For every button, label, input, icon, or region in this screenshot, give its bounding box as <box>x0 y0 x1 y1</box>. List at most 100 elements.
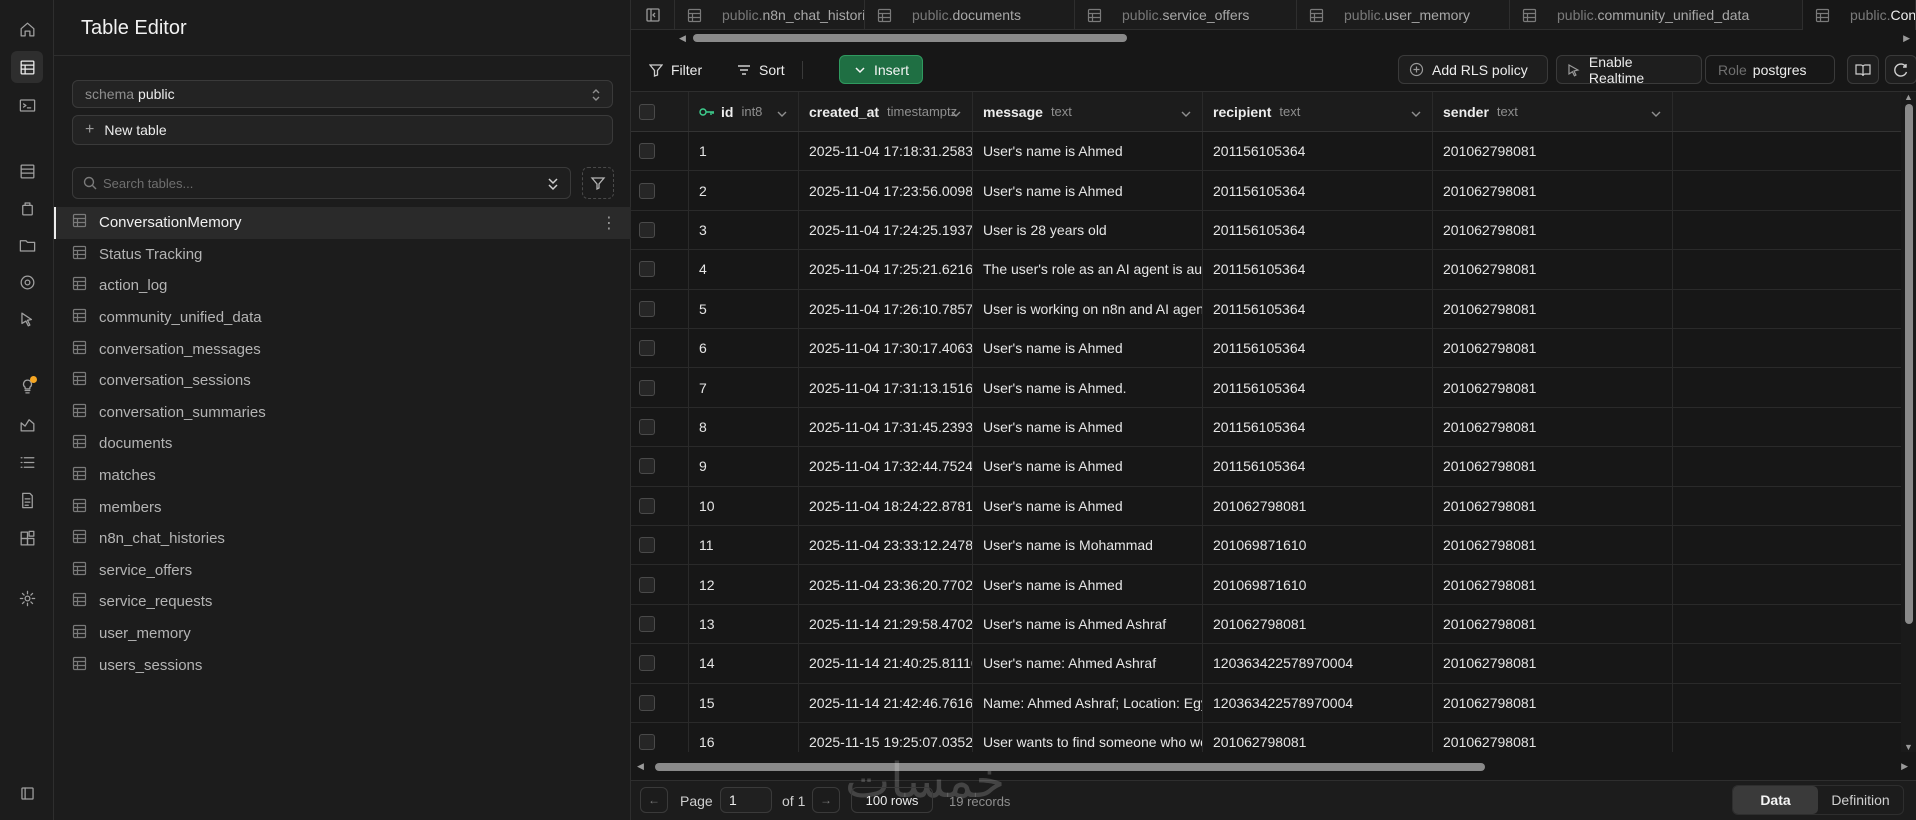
table-cell[interactable]: User's name: Ahmed Ashraf <box>973 644 1203 683</box>
table-cell[interactable]: 2025-11-15 19:25:07.035204+00 <box>799 723 973 752</box>
row-checkbox[interactable] <box>639 261 655 278</box>
advisors-icon[interactable] <box>11 370 43 402</box>
filter-button[interactable]: Filter <box>639 55 712 84</box>
search-tables-input[interactable] <box>103 175 523 191</box>
table-cell[interactable]: 201069871610 <box>1203 565 1433 604</box>
tab-table[interactable]: public.Conv <box>1803 0 1916 30</box>
chevron-down-icon[interactable] <box>1410 107 1422 123</box>
row-checkbox[interactable] <box>639 143 655 160</box>
table-cell[interactable]: 201062798081 <box>1433 368 1673 407</box>
sidebar-table-item[interactable]: conversation_messages <box>54 333 631 365</box>
tab-table[interactable]: public. community_unified_data <box>1510 0 1803 30</box>
chevron-down-icon[interactable] <box>950 107 962 123</box>
table-cell[interactable]: 6 <box>689 329 799 368</box>
table-cell[interactable]: User's name is Ahmed <box>973 171 1203 210</box>
vertical-scrollbar[interactable]: ▲ ▼ <box>1901 92 1916 752</box>
table-row[interactable]: 162025-11-15 19:25:07.035204+00User want… <box>631 723 1901 752</box>
table-row[interactable]: 142025-11-14 21:40:25.811165+00User's na… <box>631 644 1901 684</box>
table-cell[interactable]: 201156105364 <box>1203 368 1433 407</box>
table-row[interactable]: 32025-11-04 17:24:25.193778+00User is 28… <box>631 210 1901 251</box>
column-header[interactable]: created_at timestamptz <box>799 92 973 131</box>
api-docs-icon[interactable] <box>11 484 43 516</box>
chevron-down-icon[interactable] <box>1650 107 1662 123</box>
table-cell[interactable]: 2025-11-04 17:24:25.193778+00 <box>799 210 973 250</box>
filter-tables-button[interactable] <box>582 167 614 199</box>
table-cell[interactable]: 2025-11-04 23:36:20.770253+00 <box>799 565 973 604</box>
table-cell[interactable]: 201156105364 <box>1203 250 1433 289</box>
table-cell[interactable]: Name: Ahmed Ashraf; Location: Egypt; E: <box>973 683 1203 722</box>
sidebar-table-item[interactable]: members <box>54 491 631 523</box>
table-row[interactable]: 42025-11-04 17:25:21.621659+00The user's… <box>631 250 1901 290</box>
column-header[interactable]: sender text <box>1433 92 1673 131</box>
table-cell[interactable]: 201062798081 <box>1433 171 1673 210</box>
table-cell[interactable]: User's name is Ahmed <box>973 565 1203 604</box>
column-header[interactable]: id int8 <box>689 92 799 131</box>
database-icon[interactable] <box>11 155 43 187</box>
table-row[interactable]: 152025-11-14 21:42:46.761632+00Name: Ahm… <box>631 683 1901 723</box>
row-checkbox[interactable] <box>639 221 655 238</box>
new-table-button[interactable]: + New table <box>72 115 613 145</box>
table-row[interactable]: 132025-11-14 21:29:58.470223+00User's na… <box>631 604 1901 645</box>
table-cell[interactable]: 201062798081 <box>1433 526 1673 565</box>
table-cell[interactable]: 11 <box>689 526 799 565</box>
horizontal-scrollbar[interactable]: ◀ ▶ <box>631 760 1916 774</box>
scroll-up-arrow-icon[interactable]: ▲ <box>1904 92 1913 102</box>
row-checkbox[interactable] <box>639 300 655 317</box>
table-cell[interactable]: 2025-11-14 21:42:46.761632+00 <box>799 683 973 722</box>
schema-select[interactable]: schema public <box>72 80 613 108</box>
table-cell[interactable]: User's name is Ahmed <box>973 329 1203 368</box>
sidebar-table-item[interactable]: n8n_chat_histories <box>54 523 631 555</box>
table-cell[interactable]: 201062798081 <box>1433 210 1673 250</box>
sidebar-table-item[interactable]: users_sessions <box>54 649 631 681</box>
row-checkbox[interactable] <box>639 340 655 357</box>
table-cell[interactable]: 15 <box>689 683 799 722</box>
collapse-menu-icon[interactable] <box>11 777 43 809</box>
table-cell[interactable]: 2 <box>689 171 799 210</box>
table-cell[interactable]: 201062798081 <box>1433 683 1673 722</box>
sidebar-table-item[interactable]: service_offers <box>54 555 631 587</box>
rows-per-page-button[interactable]: 100 rows <box>851 787 933 813</box>
table-cell[interactable]: 2025-11-14 21:40:25.811165+00 <box>799 644 973 683</box>
previous-page-button[interactable]: ← <box>640 787 668 813</box>
chevron-down-icon[interactable] <box>1180 107 1192 123</box>
table-cell[interactable]: 2025-11-04 17:25:21.621659+00 <box>799 250 973 289</box>
chevrons-sort-icon[interactable] <box>546 176 560 192</box>
insert-button[interactable]: Insert <box>839 55 923 84</box>
settings-gear-icon[interactable] <box>11 582 43 614</box>
horizontal-scrollbar-thumb[interactable] <box>655 763 1485 771</box>
row-checkbox[interactable] <box>639 694 655 711</box>
role-select[interactable]: Role postgres <box>1705 55 1835 84</box>
table-cell[interactable]: 7 <box>689 368 799 407</box>
table-cell[interactable]: 13 <box>689 604 799 644</box>
sidebar-table-item[interactable]: conversation_summaries <box>54 397 631 429</box>
table-cell[interactable]: 201156105364 <box>1203 329 1433 368</box>
row-checkbox[interactable] <box>639 655 655 672</box>
table-cell[interactable]: 120363422578970004 <box>1203 683 1433 722</box>
table-cell[interactable]: 201062798081 <box>1203 486 1433 525</box>
table-row[interactable]: 52025-11-04 17:26:10.785703+00User is wo… <box>631 289 1901 329</box>
data-view-tab[interactable]: Data <box>1733 786 1818 814</box>
table-cell[interactable]: 9 <box>689 447 799 486</box>
table-cell[interactable]: 201062798081 <box>1433 604 1673 644</box>
table-cell[interactable]: 201062798081 <box>1433 289 1673 328</box>
row-checkbox[interactable] <box>639 497 655 514</box>
refresh-button[interactable] <box>1885 55 1916 84</box>
table-cell[interactable]: 2025-11-04 17:31:13.151602+00 <box>799 368 973 407</box>
table-cell[interactable]: 3 <box>689 210 799 250</box>
tab-table[interactable]: public. user_memory <box>1297 0 1510 30</box>
table-cell[interactable]: User is 28 years old <box>973 210 1203 250</box>
home-icon[interactable] <box>11 13 43 45</box>
table-row[interactable]: 122025-11-04 23:36:20.770253+00User's na… <box>631 565 1901 605</box>
table-row[interactable]: 92025-11-04 17:32:44.752497+00User's nam… <box>631 447 1901 487</box>
table-cell[interactable]: User's name is Ahmed Ashraf <box>973 604 1203 644</box>
table-cell[interactable]: 2025-11-14 21:29:58.470223+00 <box>799 604 973 644</box>
row-checkbox[interactable] <box>639 576 655 593</box>
enable-realtime-button[interactable]: Enable Realtime <box>1556 54 1702 86</box>
table-cell[interactable]: 201156105364 <box>1203 210 1433 250</box>
column-header[interactable]: recipient text <box>1203 92 1433 131</box>
table-cell[interactable]: 1 <box>689 132 799 171</box>
table-cell[interactable]: User's name is Ahmed <box>973 486 1203 525</box>
table-cell[interactable]: User is working on n8n and AI agent RAG <box>973 289 1203 328</box>
row-checkbox[interactable] <box>639 379 655 396</box>
scroll-right-arrow-icon[interactable]: ▶ <box>1903 33 1910 44</box>
